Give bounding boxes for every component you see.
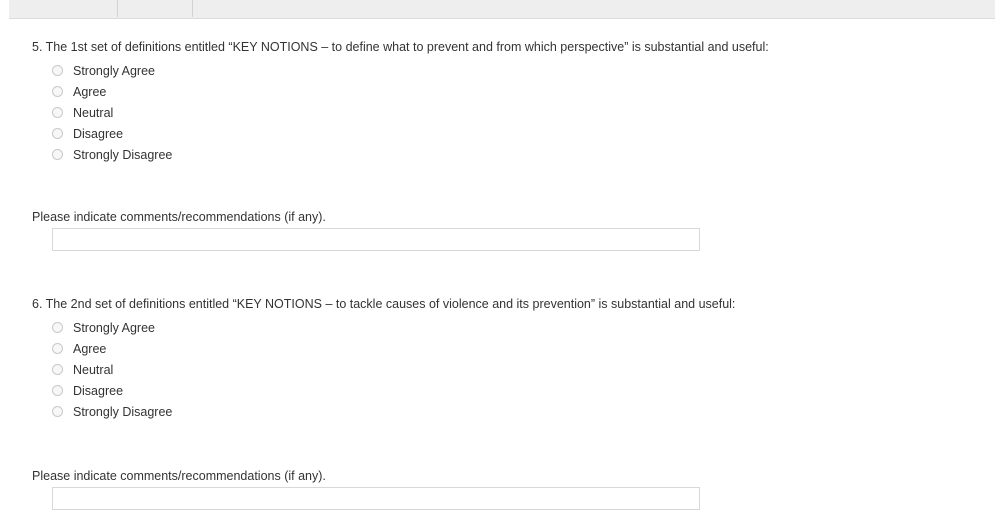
radio-button[interactable] — [52, 385, 63, 396]
option-label: Strongly Disagree — [73, 147, 173, 162]
question-6-comment-input[interactable] — [52, 487, 700, 510]
q6-option-agree[interactable]: Agree — [52, 338, 172, 359]
question-6-options: Strongly Agree Agree Neutral Disagree St… — [52, 317, 172, 422]
question-6-comment-label: Please indicate comments/recommendations… — [32, 469, 326, 483]
option-label: Disagree — [73, 126, 124, 141]
radio-button[interactable] — [52, 406, 63, 417]
option-label: Agree — [73, 84, 107, 99]
question-5-text: 5. The 1st set of definitions entitled “… — [32, 40, 769, 54]
radio-button[interactable] — [52, 128, 63, 139]
question-5-comment-input[interactable] — [52, 228, 700, 251]
q5-option-neutral[interactable]: Neutral — [52, 102, 172, 123]
option-label: Strongly Agree — [73, 63, 155, 78]
question-5-options: Strongly Agree Agree Neutral Disagree St… — [52, 60, 172, 165]
option-label: Agree — [73, 341, 107, 356]
top-toolbar — [9, 0, 995, 19]
q6-option-strongly-agree[interactable]: Strongly Agree — [52, 317, 172, 338]
option-label: Neutral — [73, 362, 114, 377]
option-label: Neutral — [73, 105, 114, 120]
question-6-text: 6. The 2nd set of definitions entitled “… — [32, 297, 736, 311]
question-5-comment-label: Please indicate comments/recommendations… — [32, 210, 326, 224]
radio-button[interactable] — [52, 364, 63, 375]
radio-button[interactable] — [52, 107, 63, 118]
q5-option-disagree[interactable]: Disagree — [52, 123, 172, 144]
q5-option-strongly-agree[interactable]: Strongly Agree — [52, 60, 172, 81]
q5-option-agree[interactable]: Agree — [52, 81, 172, 102]
option-label: Strongly Disagree — [73, 404, 173, 419]
option-label: Strongly Agree — [73, 320, 155, 335]
toolbar-divider — [192, 0, 193, 17]
q5-option-strongly-disagree[interactable]: Strongly Disagree — [52, 144, 172, 165]
radio-button[interactable] — [52, 149, 63, 160]
radio-button[interactable] — [52, 322, 63, 333]
radio-button[interactable] — [52, 86, 63, 97]
q6-option-neutral[interactable]: Neutral — [52, 359, 172, 380]
radio-button[interactable] — [52, 343, 63, 354]
toolbar-divider — [117, 0, 118, 17]
option-label: Disagree — [73, 383, 124, 398]
radio-button[interactable] — [52, 65, 63, 76]
q6-option-strongly-disagree[interactable]: Strongly Disagree — [52, 401, 172, 422]
q6-option-disagree[interactable]: Disagree — [52, 380, 172, 401]
